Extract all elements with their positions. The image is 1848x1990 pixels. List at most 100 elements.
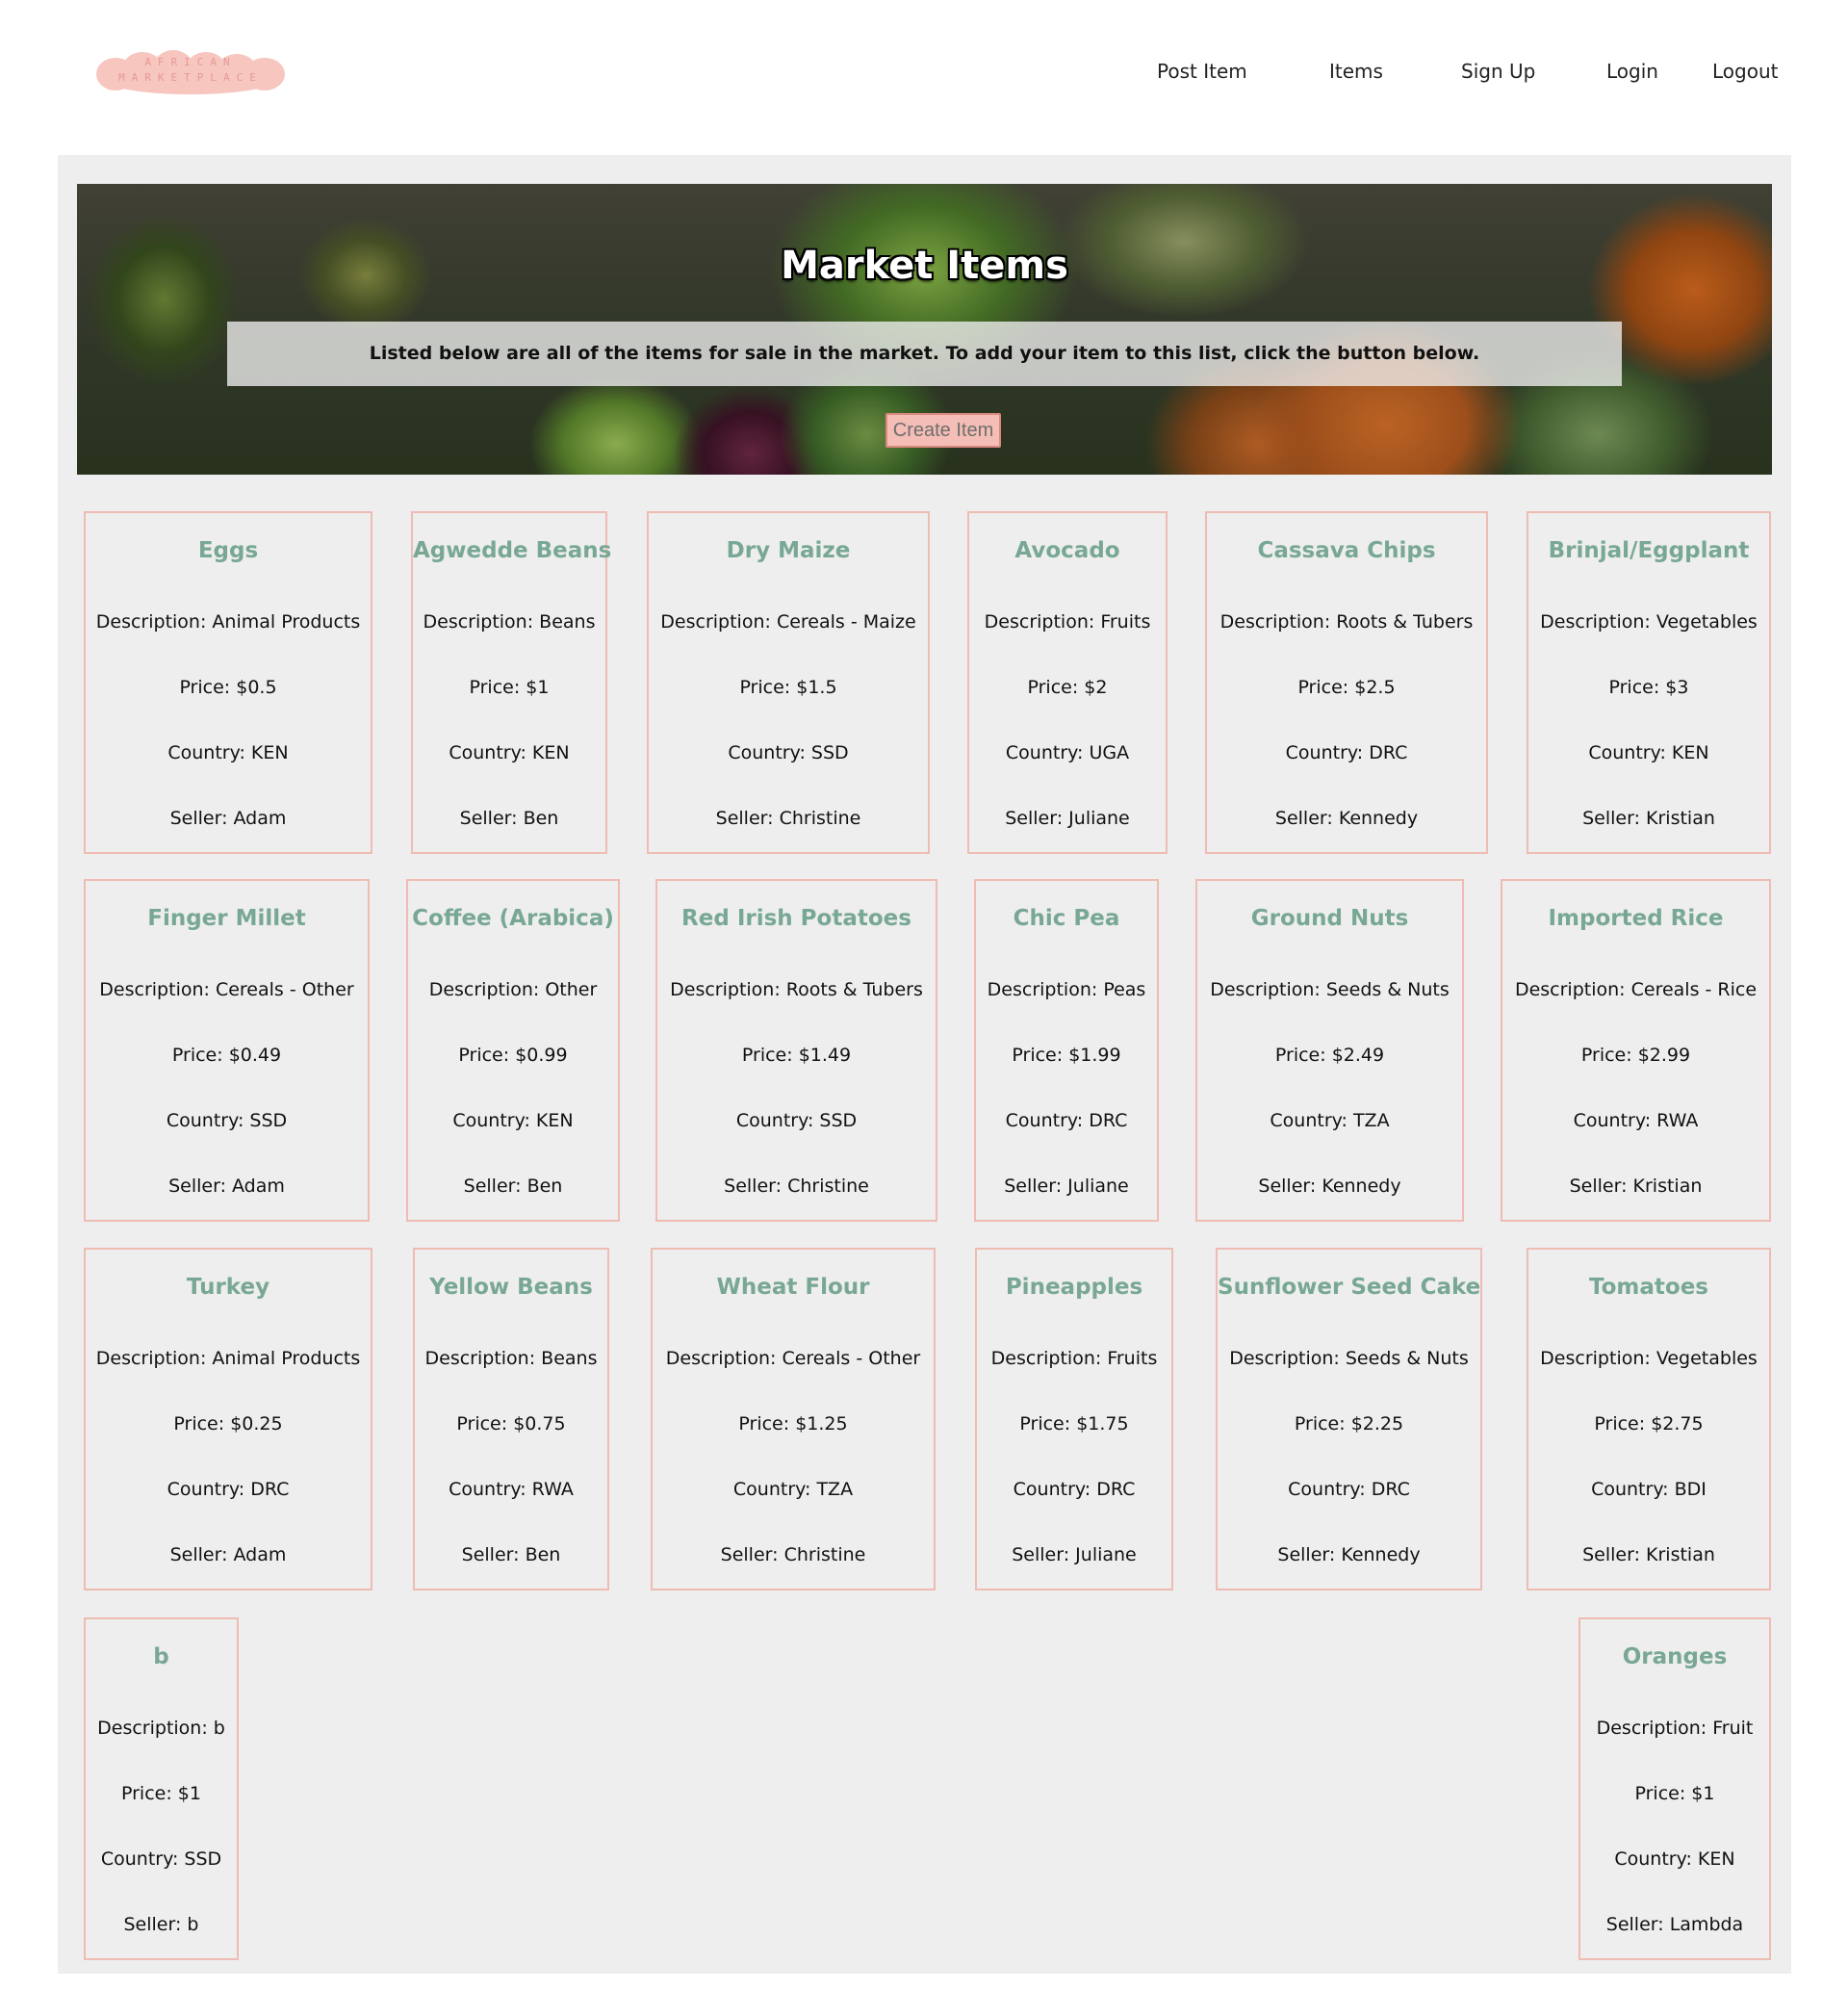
item-description: Description: Other [428,979,598,1000]
item-title[interactable]: Brinjal/Eggplant [1528,538,1769,563]
item-description: Description: Roots & Tubers [670,979,923,1000]
item-seller: Seller: Ben [461,1544,561,1565]
item-description: Description: Fruits [984,611,1151,633]
item-price: Price: $1 [469,677,550,698]
item-country: Country: SSD [166,1110,288,1131]
item-description: Description: Peas [987,979,1146,1000]
item-card-tomatoes[interactable]: Tomatoes Description: Vegetables Price: $2… [1527,1248,1771,1590]
item-description: Description: Cereals - Other [99,979,354,1000]
item-card-b[interactable]: b Description: b Price: $1 Country: SSD Sell… [84,1617,239,1960]
item-card-eggs[interactable]: Eggs Description: Animal Products Price: $… [84,511,372,854]
item-title[interactable]: Imported Rice [1502,906,1769,931]
item-price: Price: $2.49 [1274,1045,1385,1066]
item-price: Price: $2 [1027,677,1108,698]
item-price: Price: $1.5 [739,677,837,698]
item-price: Price: $1.49 [741,1045,852,1066]
item-title[interactable]: Red Irish Potatoes [657,906,936,931]
item-seller: Seller: Juliane [1012,1544,1137,1565]
item-price: Price: $1.25 [738,1413,848,1434]
item-title[interactable]: Finger Millet [86,906,368,931]
item-seller: Seller: b [123,1914,199,1935]
item-card-agwedde-beans[interactable]: Agwedde Beans Description: Beans Price: $1… [411,511,611,854]
item-card-coffee-arabica[interactable]: Coffee (Arabica) Description: Other Price:… [406,879,620,1222]
main-content: Market Items Listed below are all of the… [58,155,1791,1974]
top-bar: AFRICAN MARKETPLACE Post Item Items Sign… [0,0,1848,154]
item-title[interactable]: Pineapples [977,1275,1171,1300]
hero-banner: Market Items Listed below are all of the… [77,184,1772,475]
item-title[interactable]: Sunflower Seed Cake [1218,1275,1480,1300]
item-title[interactable]: Coffee (Arabica) [408,906,618,931]
logo-text-top: AFRICAN [144,56,237,68]
item-title[interactable]: Cassava Chips [1207,538,1486,563]
item-description: Description: Seeds & Nuts [1229,1348,1469,1369]
item-description: Description: Beans [423,611,596,633]
item-title[interactable]: b [86,1644,237,1669]
item-title[interactable]: Wheat Flour [653,1275,934,1300]
item-country: Country: TZA [732,1479,854,1500]
item-title[interactable]: Eggs [86,538,371,563]
item-price: Price: $3 [1608,677,1689,698]
item-description: Description: b [97,1718,225,1739]
nav-sign-up[interactable]: Sign Up [1461,60,1535,83]
item-seller: Seller: Lambda [1605,1914,1744,1935]
item-title[interactable]: Agwedde Beans [413,538,611,563]
item-card-turkey[interactable]: Turkey Description: Animal Products Price:… [84,1248,372,1590]
item-description: Description: Seeds & Nuts [1210,979,1450,1000]
item-price: Price: $0.49 [171,1045,282,1066]
nav-logout[interactable]: Logout [1712,60,1778,83]
item-title[interactable]: Dry Maize [649,538,928,563]
item-card-ground-nuts[interactable]: Ground Nuts Description: Seeds & Nuts Pric… [1195,879,1464,1222]
create-item-button[interactable]: Create Item [886,413,1001,448]
item-title[interactable]: Avocado [969,538,1166,563]
item-card-dry-maize[interactable]: Dry Maize Description: Cereals - Maize Pri… [647,511,930,854]
item-description: Description: Animal Products [95,1348,361,1369]
african-marketplace-logo[interactable]: AFRICAN MARKETPLACE [96,50,285,94]
item-title[interactable]: Ground Nuts [1197,906,1462,931]
item-seller: Seller: Christine [715,808,861,829]
item-card-yellow-beans[interactable]: Yellow Beans Description: Beans Price: $0.… [413,1248,609,1590]
item-seller: Seller: Ben [463,1176,563,1197]
item-card-brinjal-eggplant[interactable]: Brinjal/Eggplant Description: Vegetables P… [1527,511,1771,854]
item-title[interactable]: Turkey [86,1275,371,1300]
item-card-avocado[interactable]: Avocado Description: Fruits Price: $2 Count… [967,511,1168,854]
item-card-wheat-flour[interactable]: Wheat Flour Description: Cereals - Other P… [651,1248,936,1590]
item-card-imported-rice[interactable]: Imported Rice Description: Cereals - Rice… [1501,879,1771,1222]
item-country: Country: DRC [1005,1110,1128,1131]
item-title[interactable]: Oranges [1580,1644,1769,1669]
nav-login[interactable]: Login [1606,60,1658,83]
item-seller: Seller: Juliane [1004,1176,1129,1197]
item-price: Price: $1 [1634,1783,1715,1804]
item-card-oranges[interactable]: Oranges Description: Fruit Price: $1 Countr… [1578,1617,1771,1960]
item-description: Description: Cereals - Maize [660,611,916,633]
item-card-finger-millet[interactable]: Finger Millet Description: Cereals - Othe… [84,879,370,1222]
item-title[interactable]: Yellow Beans [415,1275,607,1300]
item-seller: Seller: Adam [169,1544,287,1565]
nav-post-item[interactable]: Post Item [1157,60,1247,83]
item-price: Price: $2.75 [1594,1413,1704,1434]
item-country: Country: SSD [728,742,849,763]
item-country: Country: KEN [449,742,570,763]
item-description: Description: Vegetables [1540,611,1758,633]
item-country: Country: KEN [1614,1848,1735,1870]
item-card-cassava-chips[interactable]: Cassava Chips Description: Roots & Tubers… [1205,511,1488,854]
item-seller: Seller: Adam [168,1176,285,1197]
item-description: Description: Roots & Tubers [1219,611,1474,633]
item-seller: Seller: Kristian [1582,808,1715,829]
item-price: Price: $1.75 [1019,1413,1129,1434]
item-seller: Seller: Kristian [1569,1176,1703,1197]
item-country: Country: DRC [1013,1479,1136,1500]
item-country: Country: DRC [1285,742,1408,763]
item-price: Price: $2.25 [1294,1413,1404,1434]
item-country: Country: KEN [452,1110,574,1131]
item-price: Price: $0.5 [179,677,277,698]
page-title: Market Items [781,244,1068,288]
item-country: Country: KEN [1588,742,1709,763]
item-title[interactable]: Chic Pea [976,906,1157,931]
item-title[interactable]: Tomatoes [1528,1275,1769,1300]
nav-items[interactable]: Items [1329,60,1383,83]
item-card-red-irish-potatoes[interactable]: Red Irish Potatoes Description: Roots & T… [655,879,937,1222]
item-card-pineapples[interactable]: Pineapples Description: Fruits Price: $1.7… [975,1248,1173,1590]
item-card-chic-pea[interactable]: Chic Pea Description: Peas Price: $1.99 Cou… [974,879,1159,1222]
logo-text-bottom: MARKETPLACE [118,71,263,84]
item-card-sunflower-seed-cake[interactable]: Sunflower Seed Cake Description: Seeds & … [1216,1248,1482,1590]
